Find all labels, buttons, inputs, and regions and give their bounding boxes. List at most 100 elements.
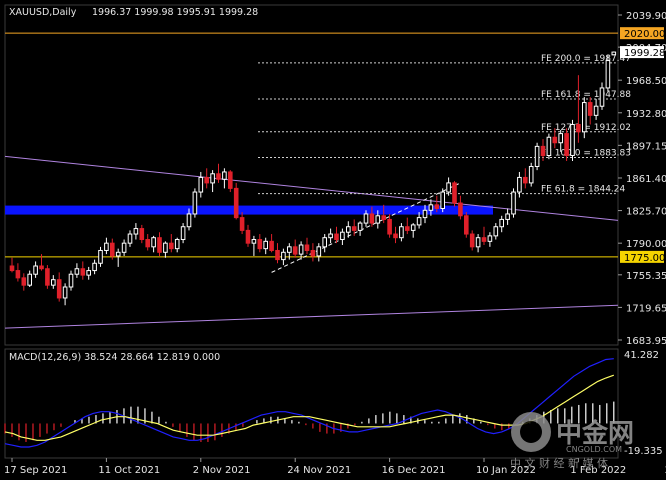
candle-body	[180, 226, 186, 241]
candle-body	[145, 239, 150, 248]
candle-body	[86, 270, 92, 276]
candle-body	[115, 251, 121, 257]
watermark: 中金网 CNGOLD.COM 中 文 财 经 新 媒 体	[510, 412, 634, 470]
candle-body	[605, 60, 611, 89]
candle-body	[121, 242, 127, 253]
candle-body	[15, 270, 21, 279]
candle-body	[505, 213, 510, 220]
candle-body	[511, 191, 516, 215]
price-tick-label: 1861.40	[626, 174, 666, 185]
fib-anchor-line	[271, 182, 461, 273]
candle-body	[558, 133, 564, 144]
fib-level-label: FE 61.8 = 1844.24	[541, 185, 626, 195]
price-tick-label: 1897.15	[626, 141, 666, 152]
price-tick-label: 1790.00	[626, 239, 666, 250]
candle-body	[452, 182, 457, 204]
candle-body	[464, 215, 469, 235]
candle-body	[334, 233, 339, 241]
symbol-label: XAUUSD,Daily	[9, 7, 77, 18]
candle-body	[222, 171, 227, 180]
candle-body	[481, 237, 487, 242]
candle-body	[98, 249, 103, 264]
ohlc-readout: 1996.37 1999.98 1995.91 1999.28	[92, 7, 258, 18]
candle-body	[251, 239, 257, 244]
candle-body	[593, 105, 599, 116]
candle-body	[310, 249, 316, 257]
candle-body	[346, 226, 351, 233]
candle-body	[233, 187, 239, 219]
candle-body	[458, 202, 463, 217]
candle-body	[104, 242, 109, 251]
candle-body	[340, 231, 345, 241]
price-tick-label: 1932.80	[626, 109, 666, 120]
candle-body	[357, 222, 363, 231]
candle-body	[174, 239, 180, 250]
price-pane	[4, 4, 619, 346]
date-tick-label: 24 Nov 2021	[287, 465, 351, 476]
candle-body	[381, 215, 386, 220]
price-tag-label: 1775.00	[624, 253, 665, 264]
date-tick-label: 16 Dec 2021	[382, 465, 446, 476]
candle-body	[62, 286, 68, 299]
candle-body	[92, 262, 97, 272]
candle-body	[517, 176, 522, 193]
candle-body	[410, 224, 416, 231]
candle-body	[239, 217, 245, 231]
candle-body	[127, 233, 133, 244]
candle-body	[351, 226, 357, 231]
candle-body	[56, 279, 62, 299]
date-tick-label: 11 Oct 2021	[98, 465, 160, 476]
candle-body	[422, 209, 428, 219]
price-tag-label: 2020.00	[624, 29, 665, 40]
candle-body	[493, 226, 499, 237]
price-tick-label: 1755.35	[626, 271, 666, 282]
candle-body	[304, 244, 310, 251]
support-zone	[5, 205, 493, 215]
candle-body	[428, 204, 434, 211]
candle-body	[611, 51, 617, 56]
candle-body	[487, 235, 493, 242]
date-tick-label: 2 Nov 2021	[193, 465, 251, 476]
price-tick-label: 1968.50	[626, 76, 666, 87]
candle-body	[564, 133, 569, 157]
candle-body	[210, 173, 215, 184]
price-tick-label: 1719.65	[626, 303, 666, 314]
candle-body	[393, 233, 398, 239]
candle-body	[552, 136, 558, 144]
candle-body	[540, 145, 546, 157]
candle-body	[169, 242, 174, 250]
candle-body	[599, 87, 605, 107]
candle-body	[570, 123, 575, 157]
candle-body	[21, 277, 27, 286]
candle-body	[192, 191, 198, 215]
candle-body	[110, 242, 115, 257]
candle-body	[534, 145, 540, 167]
candle-body	[204, 176, 209, 184]
fib-level-label: FE 100.0 = 1883.83	[541, 148, 631, 158]
candle-body	[39, 265, 44, 270]
candle-body	[275, 249, 280, 261]
macd-label: MACD(12,26,9) 38.524 28.664 12.819 0.000	[9, 352, 220, 363]
candle-body	[198, 176, 204, 193]
candle-body	[68, 273, 74, 288]
price-axis: 2039.902004.701968.501932.801897.151861.…	[618, 11, 666, 457]
candle-body	[151, 237, 156, 248]
watermark-slogan: 中 文 财 经 新 媒 体	[510, 456, 608, 470]
candle-body	[133, 228, 139, 235]
candle-body	[298, 244, 304, 255]
candle-body	[322, 237, 327, 248]
watermark-site: CNGOLD.COM	[566, 445, 622, 454]
candle-body	[33, 265, 38, 275]
macd-axis-top: 41.282	[624, 350, 659, 361]
candle-body	[186, 213, 192, 228]
candle-body	[281, 251, 286, 261]
candle-body	[582, 102, 587, 133]
candle-body	[216, 173, 221, 180]
date-tick-label: 17 Sep 2021	[4, 465, 67, 476]
candle-body	[45, 268, 50, 286]
candle-body	[74, 268, 80, 275]
candle-body	[287, 246, 292, 253]
candle-body	[328, 233, 333, 239]
candle-body	[263, 240, 268, 250]
candle-body	[405, 226, 410, 231]
